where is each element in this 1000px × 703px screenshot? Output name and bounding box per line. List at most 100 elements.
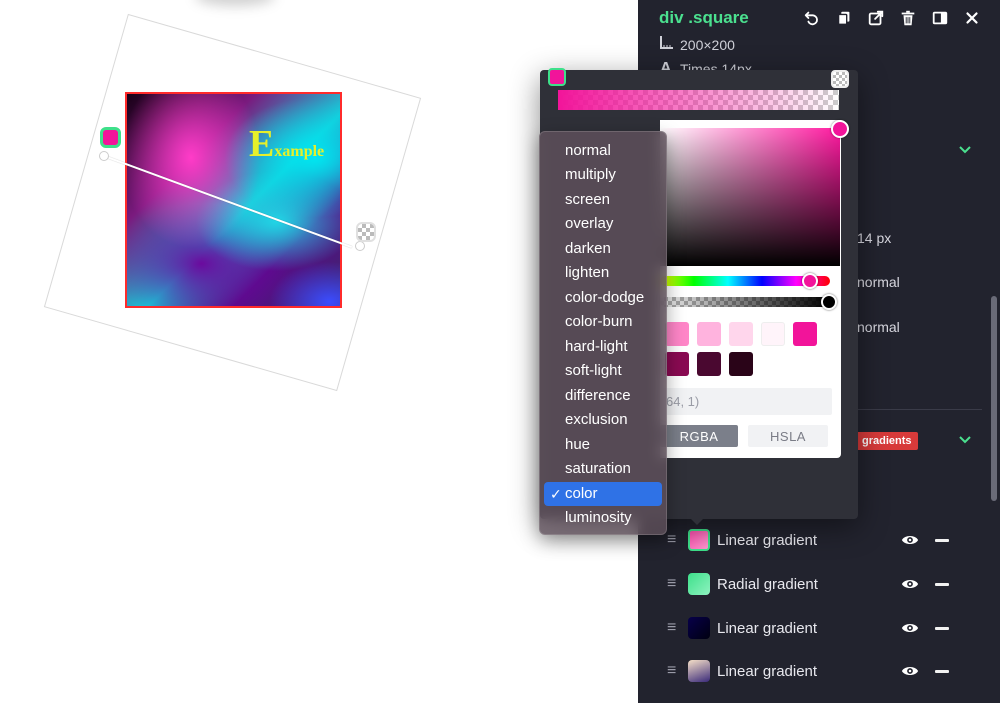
- layer-row[interactable]: ≡ Linear gradient: [638, 651, 1000, 691]
- rgba-mode-button[interactable]: RGBA: [660, 425, 738, 447]
- alpha-knob[interactable]: [821, 294, 837, 310]
- blend-option-normal[interactable]: normal: [544, 139, 662, 163]
- option-label: color: [565, 485, 598, 502]
- gradient-bar[interactable]: [558, 90, 839, 110]
- option-label: overlay: [565, 215, 614, 232]
- option-label: exclusion: [565, 411, 628, 428]
- option-label: screen: [565, 191, 611, 208]
- option-label: color-dodge: [565, 289, 645, 306]
- gradient-stop-pink[interactable]: [100, 127, 121, 148]
- hsla-mode-button[interactable]: HSLA: [748, 425, 828, 447]
- remove-layer-icon[interactable]: [935, 669, 949, 673]
- blend-option-color-dodge[interactable]: color-dodge: [544, 286, 662, 310]
- option-label: lighten: [565, 264, 610, 281]
- drag-handle-icon[interactable]: ≡: [667, 576, 679, 592]
- preset-swatch[interactable]: [729, 322, 753, 346]
- example-text-initial: E: [249, 123, 275, 165]
- layer-swatch[interactable]: [688, 617, 710, 639]
- chevron-down-icon[interactable]: [958, 433, 972, 447]
- preset-swatch[interactable]: [697, 322, 721, 346]
- copy-icon[interactable]: [834, 8, 854, 28]
- preset-swatch[interactable]: [793, 322, 817, 346]
- example-text-rest: xample: [274, 143, 325, 160]
- option-label: saturation: [565, 460, 631, 477]
- preset-swatch[interactable]: [729, 352, 753, 376]
- gradient-start-point[interactable]: [99, 151, 109, 161]
- blend-value-2[interactable]: normal: [857, 319, 900, 335]
- eye-icon[interactable]: [901, 531, 919, 549]
- option-label: darken: [565, 240, 611, 257]
- size-info: 200×200: [660, 35, 735, 54]
- panel-toggle-icon[interactable]: [930, 8, 950, 28]
- blend-option-color[interactable]: ✓ color: [544, 482, 662, 506]
- gradient-stop-transparent[interactable]: [356, 222, 376, 242]
- option-label: difference: [565, 387, 631, 404]
- hue-knob[interactable]: [802, 273, 818, 289]
- gradient-end-point[interactable]: [355, 241, 365, 251]
- blend-option-multiply[interactable]: multiply: [544, 163, 662, 187]
- preset-swatch[interactable]: [697, 352, 721, 376]
- blend-option-difference[interactable]: difference: [544, 384, 662, 408]
- layer-row[interactable]: ≡ Linear gradient: [638, 520, 1000, 560]
- remove-layer-icon[interactable]: [935, 538, 949, 542]
- preset-swatch[interactable]: [665, 352, 689, 376]
- font-size-value: 14 px: [857, 230, 892, 246]
- blend-option-screen[interactable]: screen: [544, 188, 662, 212]
- trash-icon[interactable]: [898, 8, 918, 28]
- saturation-value-area[interactable]: [660, 128, 840, 266]
- undo-icon[interactable]: [802, 8, 822, 28]
- layer-row[interactable]: ≡ Linear gradient: [638, 608, 1000, 648]
- open-external-icon[interactable]: [866, 8, 886, 28]
- checkmark-icon: ✓: [550, 486, 562, 502]
- gradient-bar-stop-pink[interactable]: [548, 68, 566, 86]
- drag-handle-icon[interactable]: ≡: [667, 532, 679, 548]
- size-value: 200×200: [680, 36, 735, 53]
- blend-option-lighten[interactable]: lighten: [544, 261, 662, 285]
- blend-option-overlay[interactable]: overlay: [544, 212, 662, 236]
- option-label: hue: [565, 436, 591, 453]
- top-shadow: [195, 0, 275, 6]
- blend-option-exclusion[interactable]: exclusion: [544, 408, 662, 432]
- blend-option-luminosity[interactable]: luminosity: [544, 506, 662, 530]
- picker-arrow: [689, 517, 705, 525]
- layer-label: Linear gradient: [717, 619, 818, 637]
- layer-swatch[interactable]: [688, 529, 710, 551]
- color-value-input[interactable]: 64, 1): [660, 388, 832, 415]
- option-label: hard-light: [565, 338, 628, 355]
- layer-row[interactable]: ≡ Radial gradient: [638, 564, 1000, 604]
- panel-toolbar: [802, 8, 982, 28]
- gradient-bar-stop-transparent[interactable]: [831, 70, 849, 88]
- blend-option-hard-light[interactable]: hard-light: [544, 335, 662, 359]
- preset-swatch[interactable]: [665, 322, 689, 346]
- saturation-value-knob[interactable]: [831, 120, 849, 138]
- drag-handle-icon[interactable]: ≡: [667, 620, 679, 636]
- eye-icon[interactable]: [901, 619, 919, 637]
- panel-scrollbar[interactable]: [991, 296, 997, 501]
- blend-mode-dropdown[interactable]: normal multiply screen overlay darken li…: [539, 131, 667, 535]
- close-icon[interactable]: [962, 8, 982, 28]
- eye-icon[interactable]: [901, 662, 919, 680]
- drag-handle-icon[interactable]: ≡: [667, 663, 679, 679]
- option-label: soft-light: [565, 362, 622, 379]
- blend-option-hue[interactable]: hue: [544, 433, 662, 457]
- layer-label: Radial gradient: [717, 575, 818, 593]
- remove-layer-icon[interactable]: [935, 626, 949, 630]
- preset-swatch[interactable]: [761, 322, 785, 346]
- blend-option-soft-light[interactable]: soft-light: [544, 359, 662, 383]
- example-text: Example: [249, 122, 324, 166]
- blend-option-color-burn[interactable]: color-burn: [544, 310, 662, 334]
- eye-icon[interactable]: [901, 575, 919, 593]
- chevron-down-icon[interactable]: [958, 143, 972, 157]
- blend-value-1[interactable]: normal: [857, 274, 900, 290]
- option-label: color-burn: [565, 313, 633, 330]
- layer-swatch[interactable]: [688, 573, 710, 595]
- layer-label: Linear gradient: [717, 662, 818, 680]
- blend-option-saturation[interactable]: saturation: [544, 457, 662, 481]
- option-label: luminosity: [565, 509, 632, 526]
- square-element[interactable]: Example: [125, 92, 342, 308]
- blend-option-darken[interactable]: darken: [544, 237, 662, 261]
- remove-layer-icon[interactable]: [935, 582, 949, 586]
- alpha-slider[interactable]: [660, 297, 830, 307]
- layer-swatch[interactable]: [688, 660, 710, 682]
- layer-label: Linear gradient: [717, 531, 818, 549]
